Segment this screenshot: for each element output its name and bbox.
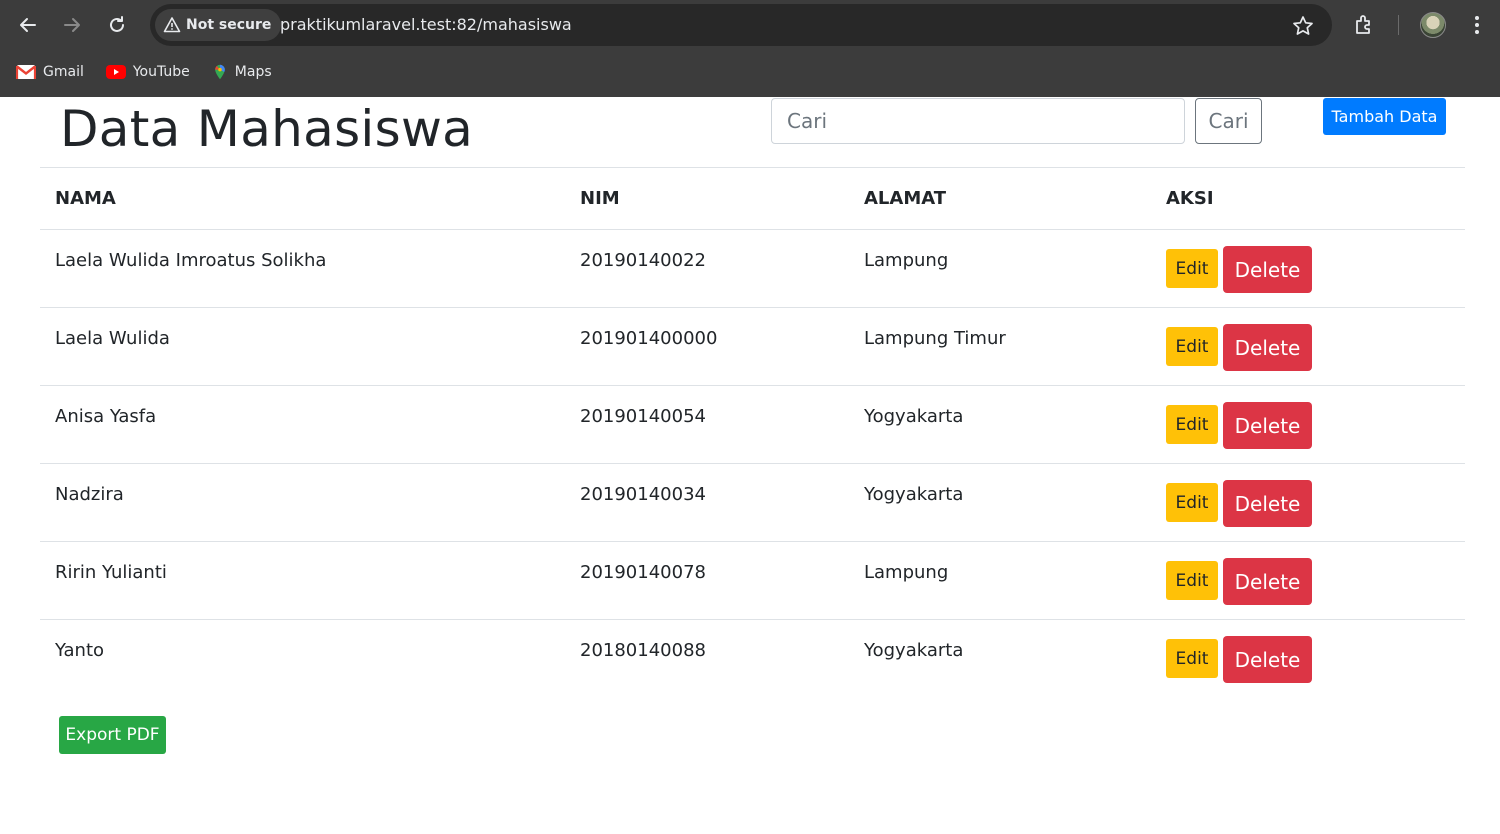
back-button[interactable] — [13, 10, 43, 40]
cell-aksi: Edit Delete — [1151, 463, 1465, 542]
cell-nim: 20190140034 — [565, 463, 849, 542]
search-button[interactable]: Cari — [1195, 98, 1262, 144]
cell-aksi: Edit Delete — [1151, 620, 1465, 698]
cell-aksi: Edit Delete — [1151, 307, 1465, 386]
delete-button[interactable]: Delete — [1223, 636, 1312, 683]
edit-button[interactable]: Edit — [1166, 405, 1218, 444]
gmail-icon — [16, 65, 36, 79]
cell-nama: Ririn Yulianti — [40, 541, 565, 620]
toolbar-separator — [1398, 15, 1399, 35]
cell-nim: 201901400000 — [565, 307, 849, 386]
cell-nim: 20190140022 — [565, 229, 849, 308]
warning-icon — [163, 17, 181, 33]
cell-nama: Yanto — [55, 640, 105, 661]
edit-button[interactable]: Edit — [1166, 249, 1218, 288]
reload-icon — [110, 16, 124, 32]
delete-button[interactable]: Delete — [1223, 324, 1312, 371]
edit-button[interactable]: Edit — [1166, 327, 1218, 366]
table-row: Anisa Yasfa 20190140054 Yogyakarta Edit D… — [40, 385, 1465, 464]
bookmark-maps[interactable]: Maps — [212, 62, 272, 82]
reload-button[interactable] — [102, 10, 132, 40]
url-text[interactable]: praktikumlaravel.test:82/mahasiswa — [280, 15, 572, 34]
extensions-icon[interactable] — [1352, 12, 1378, 38]
more-vertical-icon — [1475, 16, 1479, 34]
delete-button[interactable]: Delete — [1223, 246, 1312, 293]
cell-nama: Nadzira — [40, 463, 565, 542]
bookmark-label: Gmail — [43, 64, 84, 80]
arrow-right-icon — [64, 18, 80, 32]
forward-button[interactable] — [57, 10, 87, 40]
maps-icon — [214, 64, 225, 80]
table-row: Nadzira 20190140034 Yogyakarta Edit Delet… — [40, 463, 1465, 542]
cell-alamat: Yogyakarta — [849, 385, 1151, 464]
cell-alamat: Yogyakarta — [849, 463, 1151, 542]
delete-button[interactable]: Delete — [1223, 480, 1312, 527]
cell-alamat: Lampung — [849, 229, 1151, 308]
youtube-icon — [105, 65, 126, 79]
cell-aksi: Edit Delete — [1151, 385, 1465, 464]
cell-aksi: Edit Delete — [1151, 229, 1465, 308]
table-row: Ririn Yulianti 20190140078 Lampung Edit D… — [40, 541, 1465, 620]
edit-button[interactable]: Edit — [1166, 639, 1218, 678]
edit-button[interactable]: Edit — [1166, 483, 1218, 522]
cell-aksi: Edit Delete — [1151, 541, 1465, 620]
delete-button[interactable]: Delete — [1223, 558, 1312, 605]
mahasiswa-table: NAMA NIM ALAMAT AKSI Laela Wulida Imroat… — [40, 167, 1465, 698]
table-row: Laela Wulida 201901400000 Lampung Timur … — [40, 307, 1465, 386]
table-header-row: NAMA NIM ALAMAT AKSI — [40, 167, 1465, 230]
bookmarks-bar: Gmail YouTube Maps — [0, 58, 278, 86]
cell-alamat: Lampung — [849, 541, 1151, 620]
bookmark-star-icon[interactable] — [1292, 15, 1314, 37]
bookmark-gmail[interactable]: Gmail — [16, 64, 84, 80]
add-data-button[interactable]: Tambah Data — [1323, 98, 1446, 135]
address-bar[interactable]: Not secure praktikumlaravel.test:82/maha… — [150, 4, 1332, 46]
bookmark-label: YouTube — [132, 64, 190, 80]
profile-avatar[interactable] — [1420, 12, 1446, 38]
browser-chrome: Not secure praktikumlaravel.test:82/maha… — [0, 0, 1500, 97]
bookmark-label: Maps — [234, 64, 272, 80]
cell-nama: Laela Wulida Imroatus Solikha — [40, 229, 565, 308]
header-nama: NAMA — [40, 167, 565, 230]
cell-alamat: Yogyakarta — [864, 640, 964, 661]
arrow-left-icon — [20, 18, 36, 32]
header-alamat: ALAMAT — [849, 167, 1151, 230]
cell-nim: 20190140078 — [565, 541, 849, 620]
edit-button[interactable]: Edit — [1166, 561, 1218, 600]
bookmark-youtube[interactable]: YouTube — [105, 64, 190, 80]
export-pdf-button[interactable]: Export PDF — [59, 716, 166, 754]
cell-nim: 20180140088 — [580, 640, 706, 661]
delete-button[interactable]: Delete — [1223, 402, 1312, 449]
cell-nim: 20190140054 — [565, 385, 849, 464]
security-indicator[interactable]: Not secure — [155, 9, 282, 41]
cell-nama: Anisa Yasfa — [40, 385, 565, 464]
header-aksi: AKSI — [1151, 167, 1465, 230]
cell-alamat: Lampung Timur — [849, 307, 1151, 386]
table-row: Laela Wulida Imroatus Solikha 2019014002… — [40, 229, 1465, 308]
cell-nama: Laela Wulida — [40, 307, 565, 386]
search-input[interactable] — [771, 98, 1185, 144]
browser-menu-button[interactable] — [1466, 12, 1488, 38]
header-nim: NIM — [565, 167, 849, 230]
table-row: Yanto 20180140088 Yogyakarta Edit Delete — [40, 620, 1465, 698]
page-title: Data Mahasiswa — [60, 100, 474, 158]
security-label: Not secure — [186, 17, 272, 33]
